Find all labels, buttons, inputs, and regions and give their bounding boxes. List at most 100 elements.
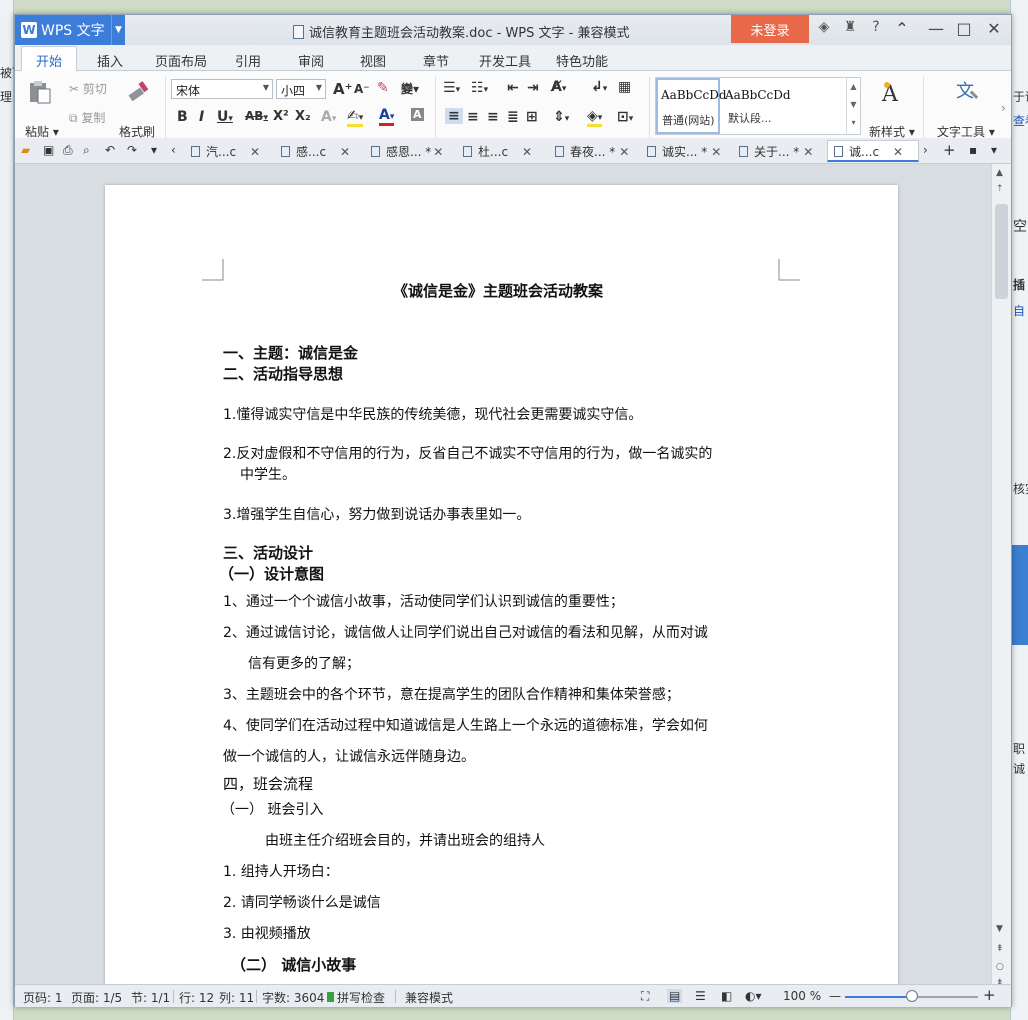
tab-references[interactable]: 引用: [235, 51, 261, 70]
chevron-right-icon[interactable]: ›: [1001, 101, 1006, 115]
text-tools-icon[interactable]: 文: [955, 77, 981, 103]
close-tab-icon[interactable]: ✕: [893, 145, 903, 159]
document-canvas[interactable]: 《诚信是金》主题班会活动教案 一、主题：诚信是金 二、活动指导思想 1.懂得诚实…: [15, 164, 991, 984]
font-color-icon[interactable]: A▾: [379, 107, 395, 126]
print-preview-icon[interactable]: ⌕: [83, 143, 90, 158]
doc-tab-active[interactable]: 诚...c ✕: [827, 140, 919, 162]
scroll-page-up-icon[interactable]: ⇡: [996, 184, 1004, 194]
subscript-icon[interactable]: X₂: [295, 109, 311, 124]
new-style-icon[interactable]: A: [879, 79, 905, 105]
help-icon[interactable]: ?: [867, 19, 885, 35]
tab-list-icon[interactable]: ▪: [969, 143, 977, 157]
tab-chapter[interactable]: 章节: [423, 51, 449, 70]
shirt-icon[interactable]: ♜: [841, 19, 859, 35]
underline-icon[interactable]: U▾: [217, 109, 233, 125]
redo-icon[interactable]: ↷: [127, 143, 137, 157]
align-center-icon[interactable]: ≡: [467, 109, 479, 125]
bold-icon[interactable]: B: [177, 109, 188, 125]
zoom-level[interactable]: 100 %: [783, 989, 821, 1003]
chevron-left-icon[interactable]: ‹: [171, 143, 176, 157]
window-menu-icon[interactable]: ▾: [991, 143, 997, 157]
brush-icon[interactable]: [125, 79, 151, 105]
clear-format-icon[interactable]: ✎: [377, 80, 389, 96]
page-view-icon[interactable]: ▤: [667, 989, 683, 1003]
doc-tab[interactable]: 关于... * ✕: [739, 143, 813, 160]
superscript-icon[interactable]: X²: [273, 109, 289, 124]
collapse-ribbon-icon[interactable]: ⌃: [891, 19, 913, 38]
numbered-list-icon[interactable]: ☷▾: [471, 80, 488, 96]
borders-icon[interactable]: ⊡▾: [617, 109, 633, 125]
show-marks-icon[interactable]: ↲▾: [591, 79, 607, 95]
maximize-icon[interactable]: □: [953, 19, 975, 38]
increase-indent-icon[interactable]: ⇥: [527, 80, 539, 96]
char-shading-icon[interactable]: A: [411, 108, 424, 121]
shrink-font-icon[interactable]: A⁻: [354, 82, 370, 96]
close-tab-icon[interactable]: ✕: [711, 145, 721, 159]
prev-page-icon[interactable]: ⇞: [996, 944, 1004, 954]
scroll-thumb[interactable]: [995, 204, 1008, 299]
paste-icon[interactable]: [27, 79, 53, 105]
undo-icon[interactable]: ↶: [105, 143, 115, 157]
style-normal[interactable]: AaBbCcDd 普通(网站): [656, 78, 727, 134]
italic-icon[interactable]: I: [199, 109, 204, 125]
spell-check-button[interactable]: 拼写检查: [327, 989, 385, 1006]
doc-tab[interactable]: 感恩... * ✕: [371, 143, 443, 160]
close-tab-icon[interactable]: ✕: [250, 145, 260, 159]
shading-icon[interactable]: ◈▾: [587, 108, 603, 127]
document-page[interactable]: 《诚信是金》主题班会活动教案 一、主题：诚信是金 二、活动指导思想 1.懂得诚实…: [105, 185, 898, 984]
tab-home[interactable]: 开始: [21, 46, 78, 72]
align-right-icon[interactable]: ≡: [487, 109, 499, 125]
chevron-down-icon[interactable]: ▾: [151, 143, 157, 157]
tab-review[interactable]: 审阅: [298, 51, 324, 70]
status-word-count[interactable]: 字数: 3604: [262, 989, 324, 1006]
minimize-icon[interactable]: —: [925, 19, 947, 38]
close-tab-icon[interactable]: ✕: [522, 145, 532, 159]
text-effect-icon[interactable]: A▾: [321, 109, 336, 125]
close-tab-icon[interactable]: ✕: [340, 145, 350, 159]
line-spacing-icon[interactable]: ⇕▾: [553, 109, 569, 125]
scroll-down-icon[interactable]: ▼: [996, 924, 1003, 934]
grow-font-icon[interactable]: A⁺: [333, 80, 353, 98]
app-menu-button[interactable]: W WPS 文字 ▼: [15, 15, 125, 45]
doc-tab[interactable]: 感...c ✕: [281, 143, 350, 160]
collapse-handle[interactable]: [1011, 545, 1028, 645]
copy-button[interactable]: ⧉ 复制: [69, 109, 105, 126]
align-left-icon[interactable]: ≡: [445, 108, 463, 124]
login-button[interactable]: 未登录: [731, 15, 809, 43]
close-tab-icon[interactable]: ✕: [433, 145, 443, 159]
style-scroll[interactable]: ▲ ▼ ▾: [846, 78, 860, 134]
outline-view-icon[interactable]: ☰: [695, 989, 706, 1003]
zoom-out-icon[interactable]: —: [829, 989, 841, 1003]
cut-button[interactable]: ✂ 剪切: [69, 80, 107, 97]
justify-icon[interactable]: ≣: [507, 109, 519, 125]
tab-special[interactable]: 特色功能: [556, 51, 608, 70]
close-tab-icon[interactable]: ✕: [619, 145, 629, 159]
chinese-layout-icon[interactable]: A̸▾: [551, 79, 566, 95]
close-icon[interactable]: ✕: [983, 19, 1005, 38]
skin-icon[interactable]: ◈: [815, 19, 833, 35]
tab-insert[interactable]: 插入: [97, 51, 123, 70]
vertical-scrollbar[interactable]: ▲ ⇡ ▼ ⇞ ○ ⇟: [991, 164, 1011, 988]
open-icon[interactable]: ▰: [21, 143, 30, 157]
chevron-down-icon[interactable]: ▼: [111, 15, 125, 45]
new-tab-icon[interactable]: +: [943, 141, 956, 159]
style-default[interactable]: AaBbCcDd 默认段...: [722, 78, 844, 134]
font-name-select[interactable]: 宋体 ▼: [171, 79, 273, 99]
fullscreen-icon[interactable]: ⛶: [641, 989, 649, 1004]
phonetic-icon[interactable]: 變▾: [401, 80, 419, 97]
table-icon[interactable]: ▦: [618, 79, 631, 95]
doc-tab[interactable]: 杜...c ✕: [463, 143, 532, 160]
strikethrough-icon[interactable]: AB▾: [245, 109, 268, 123]
zoom-in-icon[interactable]: +: [983, 986, 996, 1004]
save-icon[interactable]: ▣: [43, 143, 54, 157]
doc-tab[interactable]: 春夜... * ✕: [555, 143, 629, 160]
doc-tab[interactable]: 诚实... * ✕: [647, 143, 721, 160]
status-pages[interactable]: 页面: 1/5: [71, 989, 122, 1006]
bullet-list-icon[interactable]: ☰▾: [443, 80, 460, 96]
tab-view[interactable]: 视图: [360, 51, 386, 70]
browse-object-icon[interactable]: ○: [996, 962, 1004, 972]
tab-page-layout[interactable]: 页面布局: [155, 51, 207, 70]
print-icon[interactable]: ⎙: [63, 143, 73, 158]
tab-developer[interactable]: 开发工具: [479, 51, 531, 70]
scroll-up-icon[interactable]: ▲: [996, 168, 1003, 178]
